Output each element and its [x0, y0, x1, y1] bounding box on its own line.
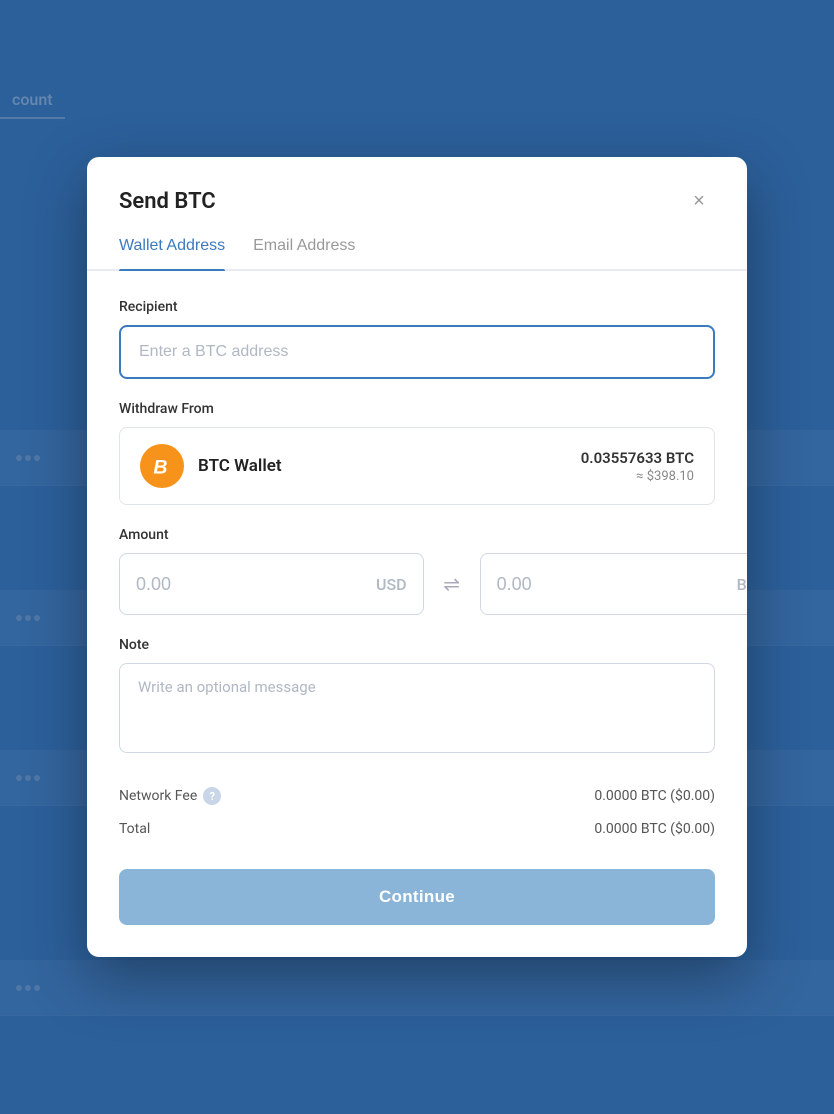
- withdraw-from-field-group: Withdraw From B BTC Wallet 0.03557633 BT…: [119, 401, 715, 505]
- recipient-input[interactable]: [119, 325, 715, 379]
- swap-icon[interactable]: ⇌: [434, 566, 470, 602]
- withdraw-from-label: Withdraw From: [119, 401, 715, 417]
- btc-icon: B: [140, 444, 184, 488]
- send-btc-modal: Send BTC × Wallet Address Email Address …: [87, 157, 747, 957]
- fee-section: Network Fee ? 0.0000 BTC ($0.00) Total 0…: [119, 779, 715, 845]
- btc-currency-label: BTC: [737, 575, 747, 594]
- network-fee-value: 0.0000 BTC ($0.00): [594, 788, 715, 804]
- amount-usd-wrap: USD: [119, 553, 424, 615]
- wallet-usd-balance: ≈ $398.10: [581, 469, 694, 484]
- amount-usd-input[interactable]: [136, 574, 368, 595]
- svg-text:B: B: [153, 457, 167, 479]
- wallet-btc-balance: 0.03557633 BTC: [581, 449, 694, 467]
- amount-field-group: Amount USD ⇌ BTC: [119, 527, 715, 615]
- tab-wallet-address[interactable]: Wallet Address: [119, 237, 225, 269]
- total-label: Total: [119, 821, 150, 837]
- close-button[interactable]: ×: [683, 185, 715, 217]
- wallet-name: BTC Wallet: [198, 456, 282, 476]
- modal-title: Send BTC: [119, 189, 216, 214]
- note-textarea[interactable]: [119, 663, 715, 753]
- amount-row: USD ⇌ BTC: [119, 553, 715, 615]
- note-label: Note: [119, 637, 715, 653]
- network-fee-row: Network Fee ? 0.0000 BTC ($0.00): [119, 779, 715, 813]
- recipient-label: Recipient: [119, 299, 715, 315]
- tab-email-address[interactable]: Email Address: [253, 237, 355, 269]
- amount-btc-input[interactable]: [497, 574, 729, 595]
- modal-body: Recipient Withdraw From B BTC Wallet 0.0…: [87, 271, 747, 957]
- help-icon[interactable]: ?: [203, 787, 221, 805]
- amount-btc-wrap: BTC: [480, 553, 747, 615]
- modal-header: Send BTC ×: [87, 157, 747, 217]
- wallet-balance: 0.03557633 BTC ≈ $398.10: [581, 449, 694, 484]
- continue-button[interactable]: Continue: [119, 869, 715, 925]
- total-row: Total 0.0000 BTC ($0.00): [119, 813, 715, 845]
- wallet-box: B BTC Wallet 0.03557633 BTC ≈ $398.10: [119, 427, 715, 505]
- network-fee-label: Network Fee ?: [119, 787, 221, 805]
- amount-label: Amount: [119, 527, 715, 543]
- note-field-group: Note: [119, 637, 715, 757]
- tabs-container: Wallet Address Email Address: [87, 217, 747, 271]
- recipient-field-group: Recipient: [119, 299, 715, 379]
- usd-currency-label: USD: [376, 575, 407, 594]
- total-value: 0.0000 BTC ($0.00): [594, 821, 715, 837]
- wallet-left: B BTC Wallet: [140, 444, 282, 488]
